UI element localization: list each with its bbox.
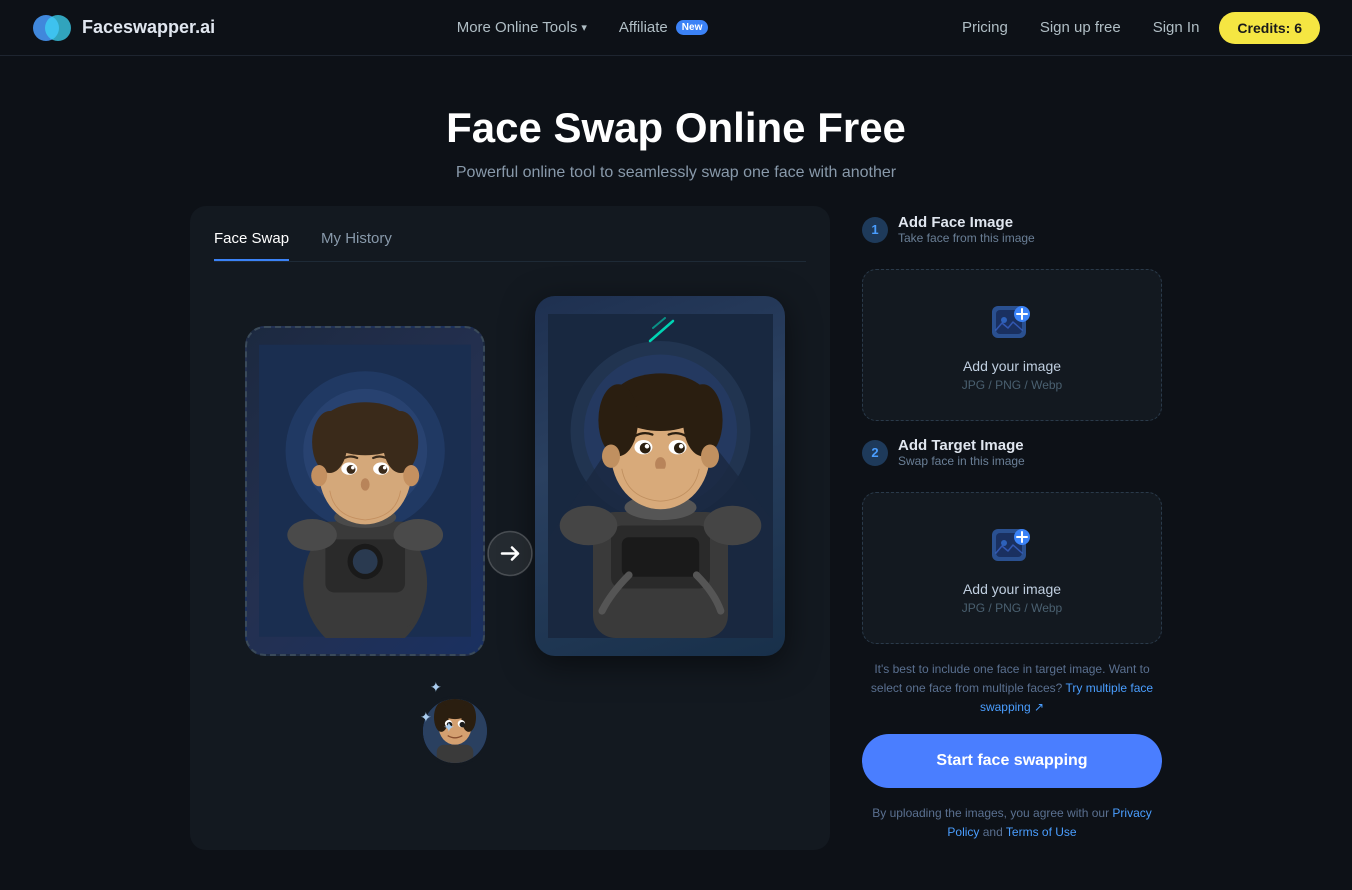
demo-images: ✦ ✦ ✦ — [225, 286, 795, 826]
step1-label: 1 Add Face Image Take face from this ima… — [862, 214, 1162, 253]
upload-target-box[interactable]: Add your image JPG / PNG / Webp — [862, 492, 1162, 644]
step1-number: 1 — [862, 217, 888, 243]
upload-target-icon — [988, 521, 1036, 569]
demo-area: ✦ ✦ ✦ — [214, 286, 806, 826]
star-1: ✦ — [430, 679, 442, 696]
main-content: Face Swap My History — [76, 206, 1276, 890]
logo-link[interactable]: Faceswapper.ai — [32, 8, 215, 48]
tab-my-history[interactable]: My History — [321, 230, 392, 261]
star-2: ✦ — [420, 709, 432, 726]
tabs: Face Swap My History — [214, 230, 806, 262]
step1-title: Add Face Image — [898, 214, 1035, 231]
hero-subtitle: Powerful online tool to seamlessly swap … — [20, 164, 1332, 182]
swap-arrow — [480, 524, 540, 589]
step1-subtitle: Take face from this image — [898, 231, 1035, 245]
new-badge: New — [676, 20, 709, 35]
upload-face-box[interactable]: Add your image JPG / PNG / Webp — [862, 269, 1162, 421]
teal-accent — [645, 316, 675, 371]
signin-link[interactable]: Sign In — [1141, 13, 1212, 42]
upload-target-text: Add your image — [883, 581, 1141, 597]
terms-text: By uploading the images, you agree with … — [862, 804, 1162, 842]
step2-label: 2 Add Target Image Swap face in this ima… — [862, 437, 1162, 476]
tab-face-swap[interactable]: Face Swap — [214, 230, 289, 261]
signup-link[interactable]: Sign up free — [1028, 13, 1133, 42]
star-3: ✦ — [443, 719, 455, 736]
source-image — [245, 326, 485, 656]
hero-title: Face Swap Online Free — [20, 104, 1332, 152]
hint-text: It's best to include one face in target … — [862, 660, 1162, 718]
credits-button[interactable]: Credits: 6 — [1219, 12, 1320, 44]
terms-of-use-link[interactable]: Terms of Use — [1006, 825, 1077, 839]
brand-name: Faceswapper.ai — [82, 17, 215, 38]
step2-subtitle: Swap face in this image — [898, 454, 1025, 468]
upload-face-hint: JPG / PNG / Webp — [883, 378, 1141, 392]
more-tools-link[interactable]: More Online Tools ▾ — [445, 13, 599, 42]
chevron-down-icon: ▾ — [581, 21, 587, 34]
logo-icon — [32, 8, 72, 48]
step2-title: Add Target Image — [898, 437, 1025, 454]
nav-right: Pricing Sign up free Sign In Credits: 6 — [950, 12, 1320, 44]
upload-face-icon — [988, 298, 1036, 346]
left-panel: Face Swap My History — [190, 206, 830, 850]
start-button[interactable]: Start face swapping — [862, 734, 1162, 788]
nav-links: More Online Tools ▾ Affiliate New — [445, 13, 721, 42]
small-avatar — [420, 696, 490, 766]
source-person-svg — [259, 344, 471, 637]
upload-face-text: Add your image — [883, 358, 1141, 374]
right-panel: 1 Add Face Image Take face from this ima… — [862, 206, 1162, 850]
affiliate-link[interactable]: Affiliate New — [607, 13, 720, 42]
step2-number: 2 — [862, 440, 888, 466]
pricing-link[interactable]: Pricing — [950, 13, 1020, 42]
upload-target-hint: JPG / PNG / Webp — [883, 601, 1141, 615]
navbar: Faceswapper.ai More Online Tools ▾ Affil… — [0, 0, 1352, 56]
hero-section: Face Swap Online Free Powerful online to… — [0, 56, 1352, 206]
